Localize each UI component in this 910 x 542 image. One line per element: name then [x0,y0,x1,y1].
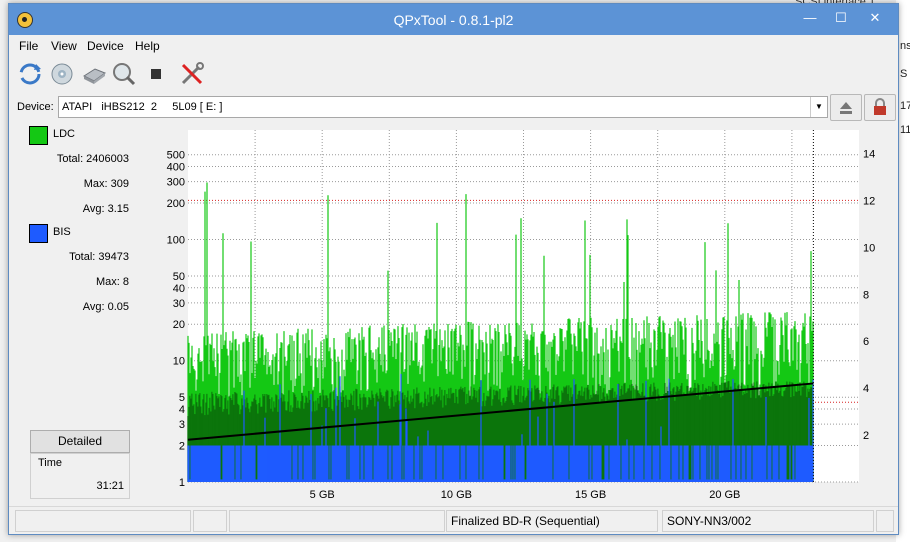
menu-help[interactable]: Help [135,39,160,53]
y-tick-label: 200 [167,198,185,210]
bg-text: 17 [900,100,910,112]
y-tick-label: 400 [167,161,185,173]
device-label: Device: [17,101,54,113]
y-tick-label: 40 [173,283,185,295]
status-cell [193,510,227,532]
y2-tick-label: 4 [863,383,869,395]
time-label: Time [38,457,63,469]
y-tick-label: 300 [167,177,185,189]
y-tick-label: 3 [179,419,185,431]
bg-text: ns [900,40,910,52]
device-row: Device: ATAPI iHBS212 2 5L09 [ E: ] ▼ [9,93,898,121]
y-tick-label: 10 [173,356,185,368]
x-tick-label: 10 GB [441,489,472,501]
maximize-button[interactable]: ☐ [825,7,857,29]
menu-file[interactable]: File [19,39,38,53]
time-value: 31:21 [96,480,124,492]
ldc-color-swatch [29,126,48,145]
bis-total: Total: 39473 [69,251,129,263]
minimize-button[interactable]: — [794,7,826,29]
device-select[interactable]: ATAPI iHBS212 2 5L09 [ E: ] ▼ [58,96,828,118]
menu-device[interactable]: Device [87,39,124,53]
x-tick-label: 20 GB [709,489,740,501]
y-tick-label: 1 [179,477,185,489]
stop-icon[interactable] [143,61,169,87]
chevron-down-icon[interactable]: ▼ [810,97,827,117]
y-tick-label: 30 [173,298,185,310]
x-tick-label: 5 GB [310,489,335,501]
y-tick-label: 50 [173,271,185,283]
menu-view[interactable]: View [51,39,77,53]
ldc-max: Max: 309 [83,178,129,190]
detailed-button[interactable]: Detailed [30,430,130,453]
bis-max: Max: 8 [95,276,129,288]
bg-text: 11 [900,124,910,136]
toolbar [9,57,898,93]
bis-color-swatch [29,224,48,243]
status-cell [15,510,191,532]
window-title: QPxTool - 0.8.1-pl2 [393,12,514,28]
bis-label: BIS [53,226,71,238]
x-tick-label: 15 GB [575,489,606,501]
close-button[interactable]: ✕ [859,7,891,29]
ldc-label: LDC [53,128,76,140]
bg-text: S [900,68,908,80]
device-value: ATAPI iHBS212 2 5L09 [ E: ] [62,101,223,113]
menu-bar: File View Device Help [9,35,898,57]
y-tick-label: 100 [167,234,185,246]
y2-tick-label: 14 [863,148,875,160]
status-media-id: SONY-NN3/002 [662,510,874,532]
y2-tick-label: 8 [863,289,869,301]
chart-svg: 1234510203040501002003004005002468101214… [167,130,875,501]
y-tick-label: 20 [173,319,185,331]
y-tick-label: 2 [179,441,185,453]
y2-tick-label: 10 [863,242,875,254]
y-tick-label: 4 [179,404,185,416]
y2-tick-label: 6 [863,336,869,348]
y2-tick-label: 2 [863,430,869,442]
y2-tick-label: 12 [863,195,875,207]
ldc-bis-chart: 1 2 3 4 5 10 20 30 40 50 100 200 300 400 500 2 4 6 8 10 12 14… [139,124,890,504]
scan-icon[interactable] [111,61,137,87]
y-tick-label: 5 [179,392,185,404]
time-box: Time 31:21 [30,453,130,499]
y-tick-label: 500 [167,150,185,162]
bis-avg: Avg: 0.05 [82,301,129,313]
eject-button[interactable] [830,94,862,121]
drive-icon[interactable] [81,61,107,87]
lock-button[interactable] [864,94,896,121]
status-cell [876,510,894,532]
qpxtool-window: QPxTool - 0.8.1-pl2 — ☐ ✕ File View Devi… [8,3,899,535]
title-bar[interactable]: QPxTool - 0.8.1-pl2 — ☐ ✕ [9,4,898,35]
status-media: Finalized BD-R (Sequential) [446,510,658,532]
refresh-icon[interactable] [17,61,43,87]
settings-tools-icon[interactable] [179,61,205,87]
ldc-avg: Avg: 3.15 [82,203,129,215]
ldc-total: Total: 2406003 [56,153,129,165]
status-cell [229,510,445,532]
status-bar: Finalized BD-R (Sequential) SONY-NN3/002 [9,506,898,534]
disc-info-icon[interactable] [49,61,75,87]
